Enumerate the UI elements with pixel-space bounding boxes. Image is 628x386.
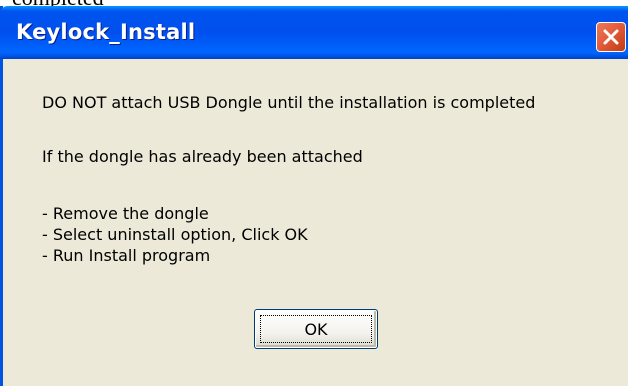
message-condition: If the dongle has already been attached (42, 147, 363, 166)
instruction-list: - Remove the dongle - Select uninstall o… (42, 203, 308, 266)
instruction-step: - Run Install program (42, 246, 211, 265)
title-bar[interactable]: Keylock_Install (0, 6, 628, 59)
focus-rect (260, 315, 372, 343)
close-button[interactable] (596, 22, 626, 52)
dialog-title: Keylock_Install (16, 20, 196, 44)
instruction-step: - Select uninstall option, Click OK (42, 225, 308, 244)
instruction-step: - Remove the dongle (42, 204, 209, 223)
dialog-window: Keylock_Install DO NOT attach USB Dongle… (0, 6, 628, 386)
message-warning: DO NOT attach USB Dongle until the insta… (42, 93, 536, 112)
ok-button[interactable]: OK (254, 309, 378, 349)
close-icon (602, 28, 620, 46)
